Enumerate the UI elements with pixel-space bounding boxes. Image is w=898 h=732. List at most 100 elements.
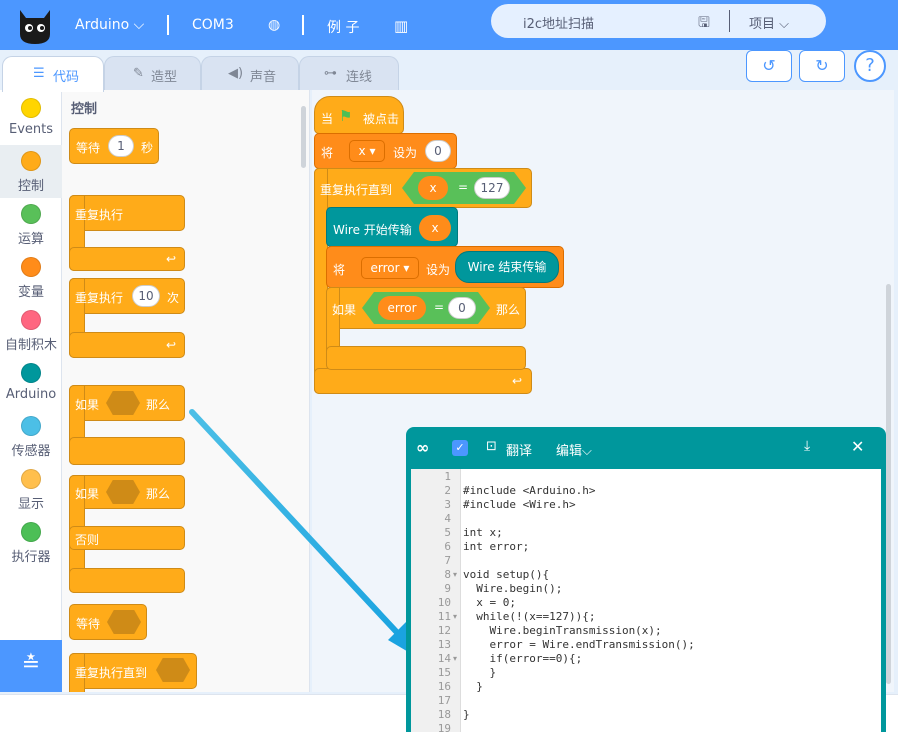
category-arduino[interactable]: Arduino bbox=[0, 357, 62, 410]
divider bbox=[302, 15, 304, 35]
checkbox-checked-icon[interactable]: ✓ bbox=[452, 440, 468, 456]
block-text: Wire 开始传输 bbox=[333, 223, 412, 237]
board-selector[interactable]: Arduino ⌵ bbox=[75, 17, 144, 33]
tab-costumes[interactable]: ✎ 造型 bbox=[104, 56, 201, 90]
code-line: void setup(){ bbox=[463, 568, 550, 581]
tab-code[interactable]: ☰ 代码 bbox=[2, 56, 104, 92]
undo-icon: ↺ bbox=[762, 56, 776, 75]
equals-operator[interactable]: x = 127 bbox=[402, 172, 526, 204]
wire-begin-transmission-block[interactable]: Wire 开始传输 x bbox=[326, 207, 458, 247]
when-flag-clicked-block[interactable]: 当 ⚑ 被点击 bbox=[314, 96, 404, 134]
category-sensors[interactable]: 传感器 bbox=[0, 410, 62, 463]
block-text: 重复执行直到 bbox=[75, 666, 148, 680]
undo-button[interactable]: ↺ bbox=[746, 50, 792, 82]
palette-scrollbar[interactable] bbox=[301, 106, 306, 168]
category-actuators[interactable]: 执行器 bbox=[0, 516, 62, 569]
workspace-scrollbar[interactable] bbox=[886, 284, 891, 684]
loop-arrow-icon: ↩ bbox=[512, 374, 523, 388]
category-control[interactable]: 控制 bbox=[0, 145, 62, 198]
download-icon[interactable]: ⤓ bbox=[804, 438, 810, 454]
cat-logo-icon[interactable] bbox=[16, 4, 54, 46]
add-extension-button[interactable]: ≛ bbox=[0, 640, 62, 692]
condition-slot[interactable] bbox=[106, 480, 140, 504]
fold-toggle-icon[interactable]: ▾ bbox=[453, 612, 457, 621]
project-menu[interactable]: 项目 ⌵ bbox=[749, 13, 789, 32]
condition-slot[interactable] bbox=[107, 610, 141, 634]
code-line: int x; bbox=[463, 526, 503, 539]
code-icon: ☰ bbox=[33, 66, 45, 81]
translate-button[interactable]: 翻译 bbox=[506, 440, 532, 459]
tab-wiring[interactable]: ⊶ 连线 bbox=[299, 56, 399, 90]
tab-label: 声音 bbox=[250, 70, 277, 85]
code-line: } bbox=[463, 680, 483, 693]
block-text: 等待 bbox=[76, 617, 101, 631]
value-input[interactable]: 127 bbox=[474, 177, 510, 199]
category-label: Arduino bbox=[5, 387, 57, 402]
variable-reporter[interactable]: x bbox=[419, 215, 451, 241]
redo-button[interactable]: ↻ bbox=[799, 50, 845, 82]
wait-seconds-block[interactable]: 等待 1 秒 bbox=[69, 128, 159, 164]
code-editor[interactable]: 1 2 3 4 5 6 7 8 ▾ 9 10 11 ▾ 12 13 14 ▾ 15 16 17 18 19 #includ… bbox=[411, 469, 881, 732]
wire-end-transmission-reporter[interactable]: Wire 结束传输 bbox=[455, 251, 559, 283]
dropdown-arrow-icon: ▾ bbox=[403, 261, 410, 275]
set-variable-block[interactable]: 将 x ▾ 设为 0 bbox=[314, 133, 457, 169]
block-text: 那么 bbox=[146, 398, 171, 412]
edit-menu[interactable]: 编辑⌵ bbox=[556, 440, 592, 459]
condition-slot[interactable] bbox=[156, 658, 190, 682]
fold-toggle-icon[interactable]: ▾ bbox=[453, 654, 457, 663]
wire-icon: ⊶ bbox=[324, 66, 337, 81]
value-input[interactable]: 0 bbox=[425, 140, 451, 162]
line-number: 14 bbox=[437, 652, 451, 665]
block-text: 否则 bbox=[75, 533, 100, 547]
code-line: } bbox=[463, 666, 497, 679]
operator-symbol: = bbox=[458, 180, 469, 194]
block-text: 当 bbox=[321, 112, 334, 126]
project-name-input[interactable]: i2c地址扫描 bbox=[523, 13, 594, 32]
category-label: 控制 bbox=[17, 179, 44, 194]
wait-value-input[interactable]: 1 bbox=[108, 135, 134, 157]
block-text: 如果 bbox=[75, 487, 100, 501]
value-input[interactable]: 0 bbox=[448, 297, 476, 319]
code-line: #include <Arduino.h> bbox=[463, 484, 596, 497]
tab-label: 连线 bbox=[346, 70, 373, 85]
brush-icon: ✎ bbox=[133, 66, 144, 81]
save-icon[interactable]: 🖫 bbox=[698, 12, 710, 36]
set-error-block[interactable]: 将 error ▾ 设为 Wire 结束传输 bbox=[326, 246, 564, 288]
line-number: 11 bbox=[437, 610, 451, 623]
variable-reporter[interactable]: x bbox=[418, 176, 448, 200]
repeat-count-input[interactable]: 10 bbox=[132, 285, 160, 307]
chip-icon[interactable]: ▥ bbox=[394, 17, 408, 35]
help-button[interactable]: ? bbox=[854, 50, 886, 82]
category-label: 显示 bbox=[17, 497, 44, 512]
tab-sounds[interactable]: ◀) 声音 bbox=[201, 56, 299, 90]
category-display[interactable]: 显示 bbox=[0, 463, 62, 516]
loop-arrow-icon: ↩ bbox=[166, 338, 177, 352]
variable-name: error bbox=[370, 261, 400, 275]
variable-reporter[interactable]: error bbox=[378, 296, 426, 320]
category-variables[interactable]: 变量 bbox=[0, 251, 62, 304]
add-extension-icon: ≛ bbox=[21, 652, 41, 677]
category-my-blocks[interactable]: 自制积木 bbox=[0, 304, 62, 357]
wait-until-block[interactable]: 等待 bbox=[69, 604, 147, 640]
examples-button[interactable]: 例 子 bbox=[327, 17, 359, 37]
operator-symbol: = bbox=[434, 300, 445, 314]
variable-dropdown[interactable]: x ▾ bbox=[349, 140, 385, 162]
category-label: Events bbox=[8, 122, 53, 137]
category-events[interactable]: Events bbox=[0, 92, 62, 145]
code-line: Wire.beginTransmission(x); bbox=[463, 624, 662, 637]
block-text: 重复执行直到 bbox=[320, 183, 393, 197]
variable-dropdown[interactable]: error ▾ bbox=[361, 257, 419, 279]
line-number: 19 bbox=[437, 722, 451, 732]
chevron-down-icon: ⌵ bbox=[133, 17, 145, 33]
category-dot bbox=[21, 151, 41, 171]
globe-icon[interactable]: ◍ bbox=[268, 17, 280, 33]
block-text: 秒 bbox=[141, 141, 154, 155]
condition-slot[interactable] bbox=[106, 391, 140, 415]
category-operators[interactable]: 运算 bbox=[0, 198, 62, 251]
fold-toggle-icon[interactable]: ▾ bbox=[453, 570, 457, 579]
equals-operator[interactable]: error = 0 bbox=[362, 292, 490, 324]
category-label: 传感器 bbox=[11, 444, 51, 459]
close-icon[interactable]: ✕ bbox=[851, 437, 864, 456]
port-selector[interactable]: COM3 bbox=[192, 17, 234, 33]
palette-category-title: 控制 bbox=[71, 102, 98, 117]
